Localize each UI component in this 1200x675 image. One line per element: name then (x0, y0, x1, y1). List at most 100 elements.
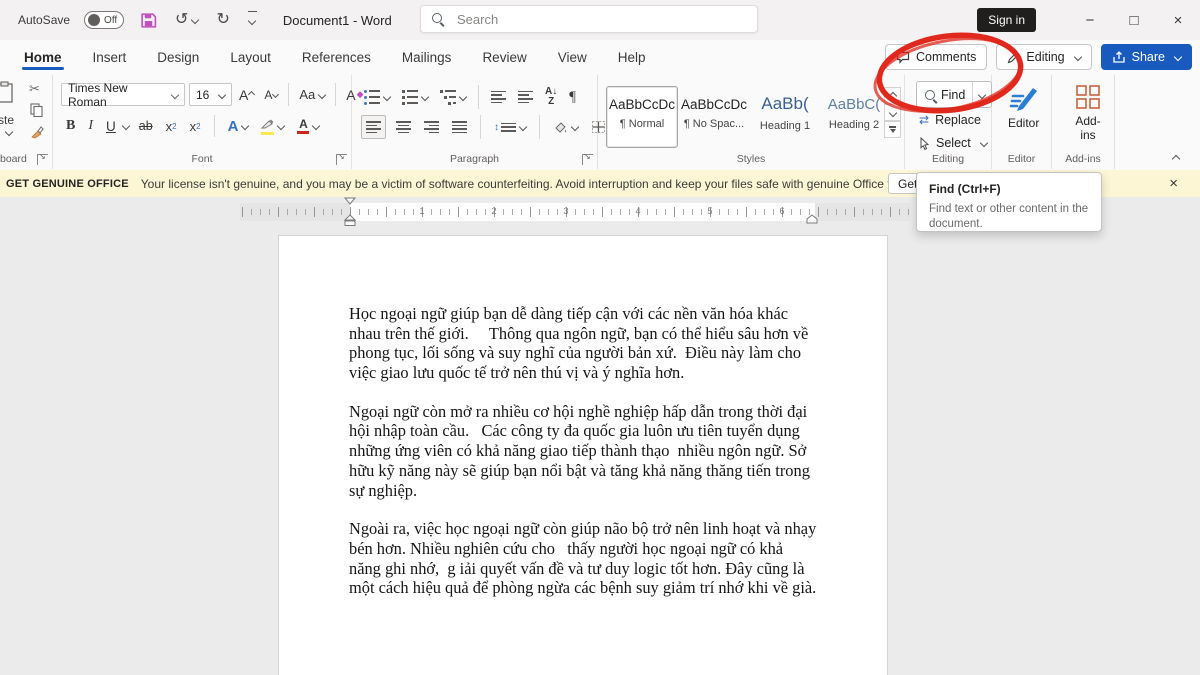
autosave-toggle[interactable]: Off (84, 11, 124, 29)
font-dialog-launcher[interactable] (336, 154, 347, 165)
comments-label: Comments (916, 50, 976, 64)
highlight-color-button[interactable] (258, 115, 287, 138)
tab-mailings[interactable]: Mailings (400, 42, 454, 73)
autosave-label: AutoSave (18, 13, 70, 27)
styles-gallery-more-button[interactable] (884, 121, 901, 138)
change-case-button[interactable]: Aa (296, 85, 328, 104)
paragraph-dialog-launcher[interactable] (582, 154, 593, 165)
paragraph-1[interactable]: Học ngoại ngữ giúp bạn dễ dàng tiếp cận … (349, 304, 817, 383)
paragraph-3[interactable]: Ngoài ra, việc học ngoại ngữ còn giúp nã… (349, 519, 817, 598)
text-effects-button[interactable]: A (225, 116, 252, 137)
multilevel-list-button[interactable] (437, 88, 469, 107)
sort-button[interactable]: A↓ Z (542, 85, 560, 109)
save-button[interactable] (138, 10, 159, 31)
cut-button[interactable]: ✂ (26, 79, 43, 99)
strikethrough-button[interactable]: ab (136, 117, 156, 135)
copy-button[interactable] (27, 101, 46, 119)
shading-button[interactable] (550, 118, 581, 136)
increase-indent-button[interactable] (515, 87, 536, 107)
search-input[interactable] (455, 11, 719, 28)
justify-button[interactable] (449, 117, 470, 137)
redo-button[interactable]: ↻ (214, 10, 231, 30)
grow-font-button[interactable]: A (236, 85, 257, 105)
tab-view[interactable]: View (556, 42, 589, 73)
clipboard-dialog-launcher[interactable] (37, 154, 48, 165)
change-case-icon: Aa (299, 87, 315, 102)
ruler-mark-4: 4 (632, 206, 644, 216)
font-size-combobox[interactable]: 16 (189, 83, 232, 106)
collapse-ribbon-button[interactable] (1170, 154, 1182, 164)
paragraph-2[interactable]: Ngoại ngữ còn mở ra nhiều cơ hội nghề ng… (349, 402, 817, 500)
italic-button[interactable]: I (85, 116, 96, 136)
share-button[interactable]: Share (1101, 44, 1192, 70)
styles-gallery-up-button[interactable] (884, 87, 901, 104)
replace-button[interactable]: ⇄ Replace (919, 113, 981, 127)
hanging-indent-marker[interactable] (344, 214, 356, 227)
tab-design[interactable]: Design (155, 42, 201, 73)
styles-gallery-down-button[interactable] (884, 104, 901, 121)
find-tooltip: Find (Ctrl+F) Find text or other content… (916, 172, 1102, 232)
right-indent-marker[interactable] (806, 214, 818, 224)
style-no-spacing[interactable]: AaBbCcDc ¶ No Spac... (679, 86, 749, 148)
tab-help[interactable]: Help (616, 42, 648, 73)
notice-message: Your license isn't genuine, and you may … (141, 177, 919, 191)
word-window: AutoSave Off ↺ ↻ (0, 0, 1200, 675)
tab-home[interactable]: Home (22, 42, 64, 73)
sort-icon: A↓ Z (545, 87, 557, 107)
show-formatting-button[interactable]: ¶ (566, 87, 579, 108)
select-button[interactable]: Select (919, 136, 987, 150)
first-line-indent-marker[interactable] (344, 197, 356, 205)
add-ins-button[interactable]: Add-ins (1062, 83, 1114, 143)
subscript-button[interactable]: x2 (163, 117, 180, 136)
font-name-chevron-icon (171, 90, 179, 98)
align-center-button[interactable] (393, 117, 414, 137)
notice-close-button[interactable]: × (1163, 174, 1184, 193)
find-button[interactable]: Find (916, 81, 992, 108)
group-addins: Add-ins Add-ins (1052, 75, 1115, 169)
search-box[interactable] (420, 5, 758, 33)
paste-chevron-icon[interactable] (5, 128, 13, 136)
format-painter-button[interactable] (27, 123, 47, 141)
style-no-spacing-preview: AaBbCcDc (680, 97, 748, 112)
decrease-indent-button[interactable] (488, 87, 509, 107)
underline-button[interactable]: U (103, 117, 119, 136)
find-split-chevron[interactable] (972, 82, 991, 107)
replace-icon: ⇄ (919, 113, 929, 127)
bold-button[interactable]: B (63, 116, 78, 136)
line-spacing-button[interactable]: ↕ (491, 119, 529, 136)
find-label: Find (941, 88, 965, 102)
sign-in-button[interactable]: Sign in (977, 8, 1036, 32)
tab-insert[interactable]: Insert (91, 42, 129, 73)
tab-review[interactable]: Review (480, 42, 528, 73)
close-button[interactable]: × (1156, 0, 1200, 40)
document-body[interactable]: Học ngoại ngữ giúp bạn dễ dàng tiếp cận … (349, 304, 817, 617)
editor-button[interactable]: Editor (1002, 83, 1045, 131)
style-heading1[interactable]: AaBb( Heading 1 (749, 86, 821, 148)
font-color-button[interactable]: A (294, 116, 322, 137)
align-right-button[interactable] (421, 117, 442, 137)
tab-layout[interactable]: Layout (228, 42, 273, 73)
style-normal[interactable]: AaBbCcDc ¶ Normal (606, 86, 678, 148)
bullets-button[interactable] (361, 88, 393, 107)
comments-button[interactable]: Comments (885, 44, 987, 70)
ruler-mark-3: 3 (560, 206, 572, 216)
align-left-button[interactable] (361, 115, 386, 139)
increase-indent-icon (518, 89, 533, 105)
style-heading2[interactable]: AaBbC( Heading 2 (821, 86, 887, 148)
shrink-font-button[interactable]: A (261, 86, 281, 104)
undo-button[interactable]: ↺ (173, 10, 200, 30)
paragraph-group-label: Paragraph (352, 153, 597, 165)
superscript-button[interactable]: x2 (187, 117, 204, 136)
document-page[interactable]: Học ngoại ngữ giúp bạn dễ dàng tiếp cận … (278, 235, 888, 675)
paste-label-partial[interactable]: ste (0, 113, 14, 127)
font-name-combobox[interactable]: Times New Roman (61, 83, 185, 106)
tab-references[interactable]: References (300, 42, 373, 73)
customize-quick-access-button[interactable] (246, 9, 259, 32)
numbering-button[interactable] (399, 88, 431, 107)
restore-button[interactable]: □ (1112, 0, 1156, 40)
minimize-button[interactable]: − (1068, 0, 1112, 40)
editing-mode-button[interactable]: Editing (996, 44, 1091, 70)
underline-chevron-icon[interactable] (122, 122, 130, 130)
justify-icon (452, 119, 467, 135)
save-icon (140, 12, 157, 29)
